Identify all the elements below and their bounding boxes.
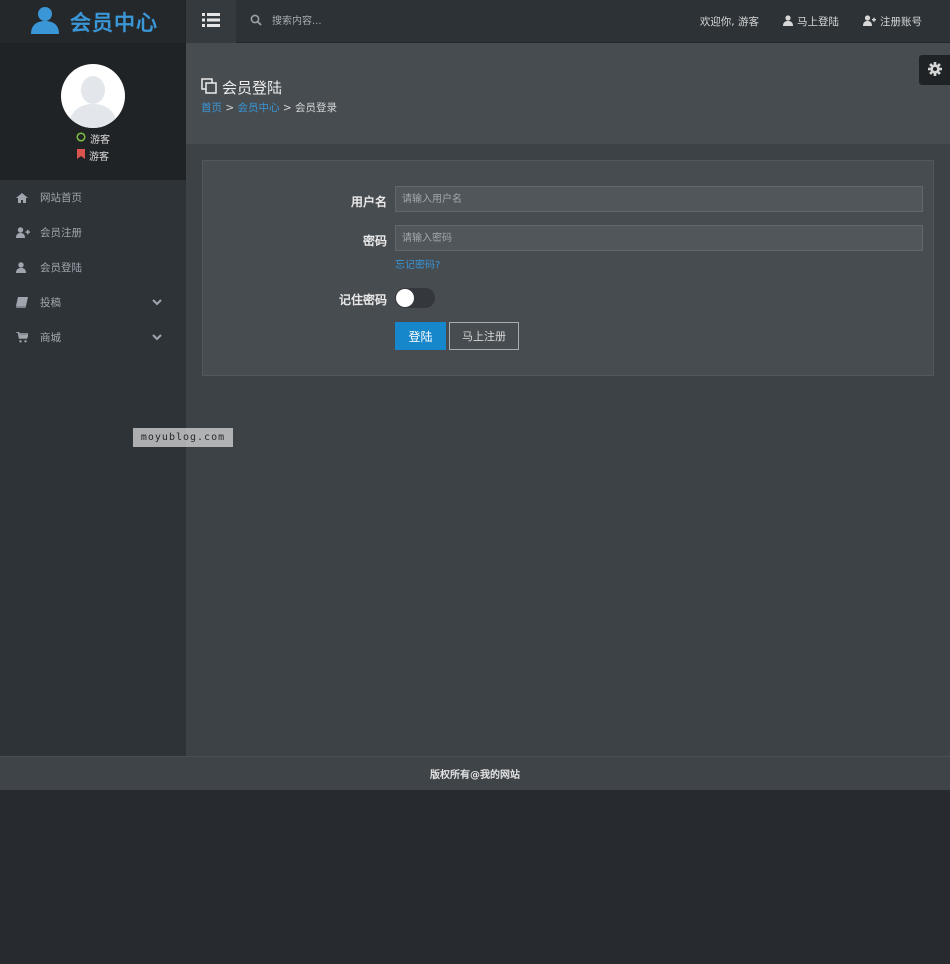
sidebar-item-login[interactable]: 会员登陆: [0, 250, 186, 285]
sidebar-item-shop[interactable]: 商城: [0, 320, 186, 355]
toggle-knob: [396, 289, 414, 307]
register-button[interactable]: 马上注册: [449, 322, 519, 350]
top-navbar: 会员中心 欢迎你, 游客 马上登陆: [0, 0, 950, 43]
register-link-label: 注册账号: [880, 16, 922, 28]
login-link[interactable]: 马上登陆: [771, 14, 851, 29]
sidebar-nav: 网站首页 会员注册 会员登陆 投稿 商城: [0, 180, 186, 355]
user-icon: [16, 262, 34, 273]
watermark: moyublog.com: [133, 428, 233, 447]
user-role: 游客: [0, 148, 186, 163]
page-title: 会员登陆: [201, 77, 282, 98]
sidebar-item-submit[interactable]: 投稿: [0, 285, 186, 320]
user-profile: 游客 游客: [0, 43, 186, 180]
search-input[interactable]: [270, 15, 470, 28]
list-icon: [202, 13, 220, 30]
chevron-down-icon: [152, 332, 162, 344]
settings-button[interactable]: [919, 55, 950, 85]
top-right-menu: 欢迎你, 游客 马上登陆 注册账号: [688, 0, 950, 43]
page-header: 会员登陆 首页 > 会员中心 > 会员登录: [186, 43, 950, 144]
logo-text: 会员中心: [70, 10, 158, 35]
copy-icon: [201, 77, 217, 98]
search-bar: [250, 0, 470, 43]
sidebar-item-label: 会员注册: [40, 227, 82, 239]
breadcrumb: 首页 > 会员中心 > 会员登录: [201, 100, 337, 115]
sidebar-item-label: 网站首页: [40, 192, 82, 204]
welcome-text: 欢迎你, 游客: [688, 14, 771, 29]
book-icon: [16, 297, 34, 308]
username-input[interactable]: [395, 186, 923, 212]
page-title-text: 会员登陆: [222, 79, 283, 97]
user-icon: [783, 14, 793, 29]
breadcrumb-separator: >: [225, 102, 235, 114]
login-button[interactable]: 登陆: [395, 322, 446, 350]
avatar[interactable]: [61, 64, 125, 128]
user-plus-icon: [16, 227, 34, 238]
circle-icon: [76, 132, 86, 145]
search-icon: [250, 14, 262, 29]
password-input[interactable]: [395, 225, 923, 251]
user-plus-icon: [863, 14, 876, 29]
breadcrumb-home-link[interactable]: 首页: [201, 102, 222, 114]
username-label: 用户名: [350, 195, 387, 209]
status-label: 游客: [90, 135, 110, 146]
copyright-text: 版权所有@我的网站: [430, 770, 520, 781]
role-label: 游客: [89, 152, 109, 163]
sidebar-item-label: 投稿: [40, 297, 61, 309]
logo[interactable]: 会员中心: [0, 0, 186, 43]
default-avatar-icon: [69, 76, 117, 128]
sidebar: 游客 游客 网站首页 会员注册 会员登陆 投稿 商城: [0, 43, 186, 756]
cart-icon: [16, 332, 34, 343]
sidebar-item-home[interactable]: 网站首页: [0, 180, 186, 215]
breadcrumb-member-center-link[interactable]: 会员中心: [238, 102, 280, 114]
remember-password-toggle[interactable]: [395, 288, 435, 308]
register-link[interactable]: 注册账号: [851, 14, 950, 29]
chevron-down-icon: [152, 297, 162, 309]
online-status: 游客: [0, 131, 186, 146]
footer: 版权所有@我的网站: [0, 756, 950, 790]
sidebar-item-label: 商城: [40, 332, 61, 344]
remember-password-label: 记住密码: [338, 293, 387, 307]
welcome-label: 欢迎你, 游客: [699, 16, 759, 28]
forgot-password-link[interactable]: 忘记密码?: [395, 256, 440, 271]
main-content: 会员登陆 首页 > 会员中心 > 会员登录 用户名 请输入用户名 密码 忘记密码…: [186, 43, 950, 756]
login-link-label: 马上登陆: [797, 16, 839, 28]
breadcrumb-separator: >: [282, 102, 292, 114]
login-panel: 用户名 密码 忘记密码? 记住密码 登陆 马上注册: [202, 160, 934, 376]
bookmark-icon: [77, 149, 85, 162]
sidebar-item-label: 会员登陆: [40, 262, 82, 274]
user-logo-icon: [28, 3, 62, 40]
home-icon: [16, 192, 34, 203]
sidebar-item-register[interactable]: 会员注册: [0, 215, 186, 250]
breadcrumb-current: 会员登录: [295, 102, 337, 114]
gear-icon: [927, 61, 942, 79]
menu-toggle-button[interactable]: [186, 0, 236, 43]
password-label: 密码: [362, 234, 387, 248]
